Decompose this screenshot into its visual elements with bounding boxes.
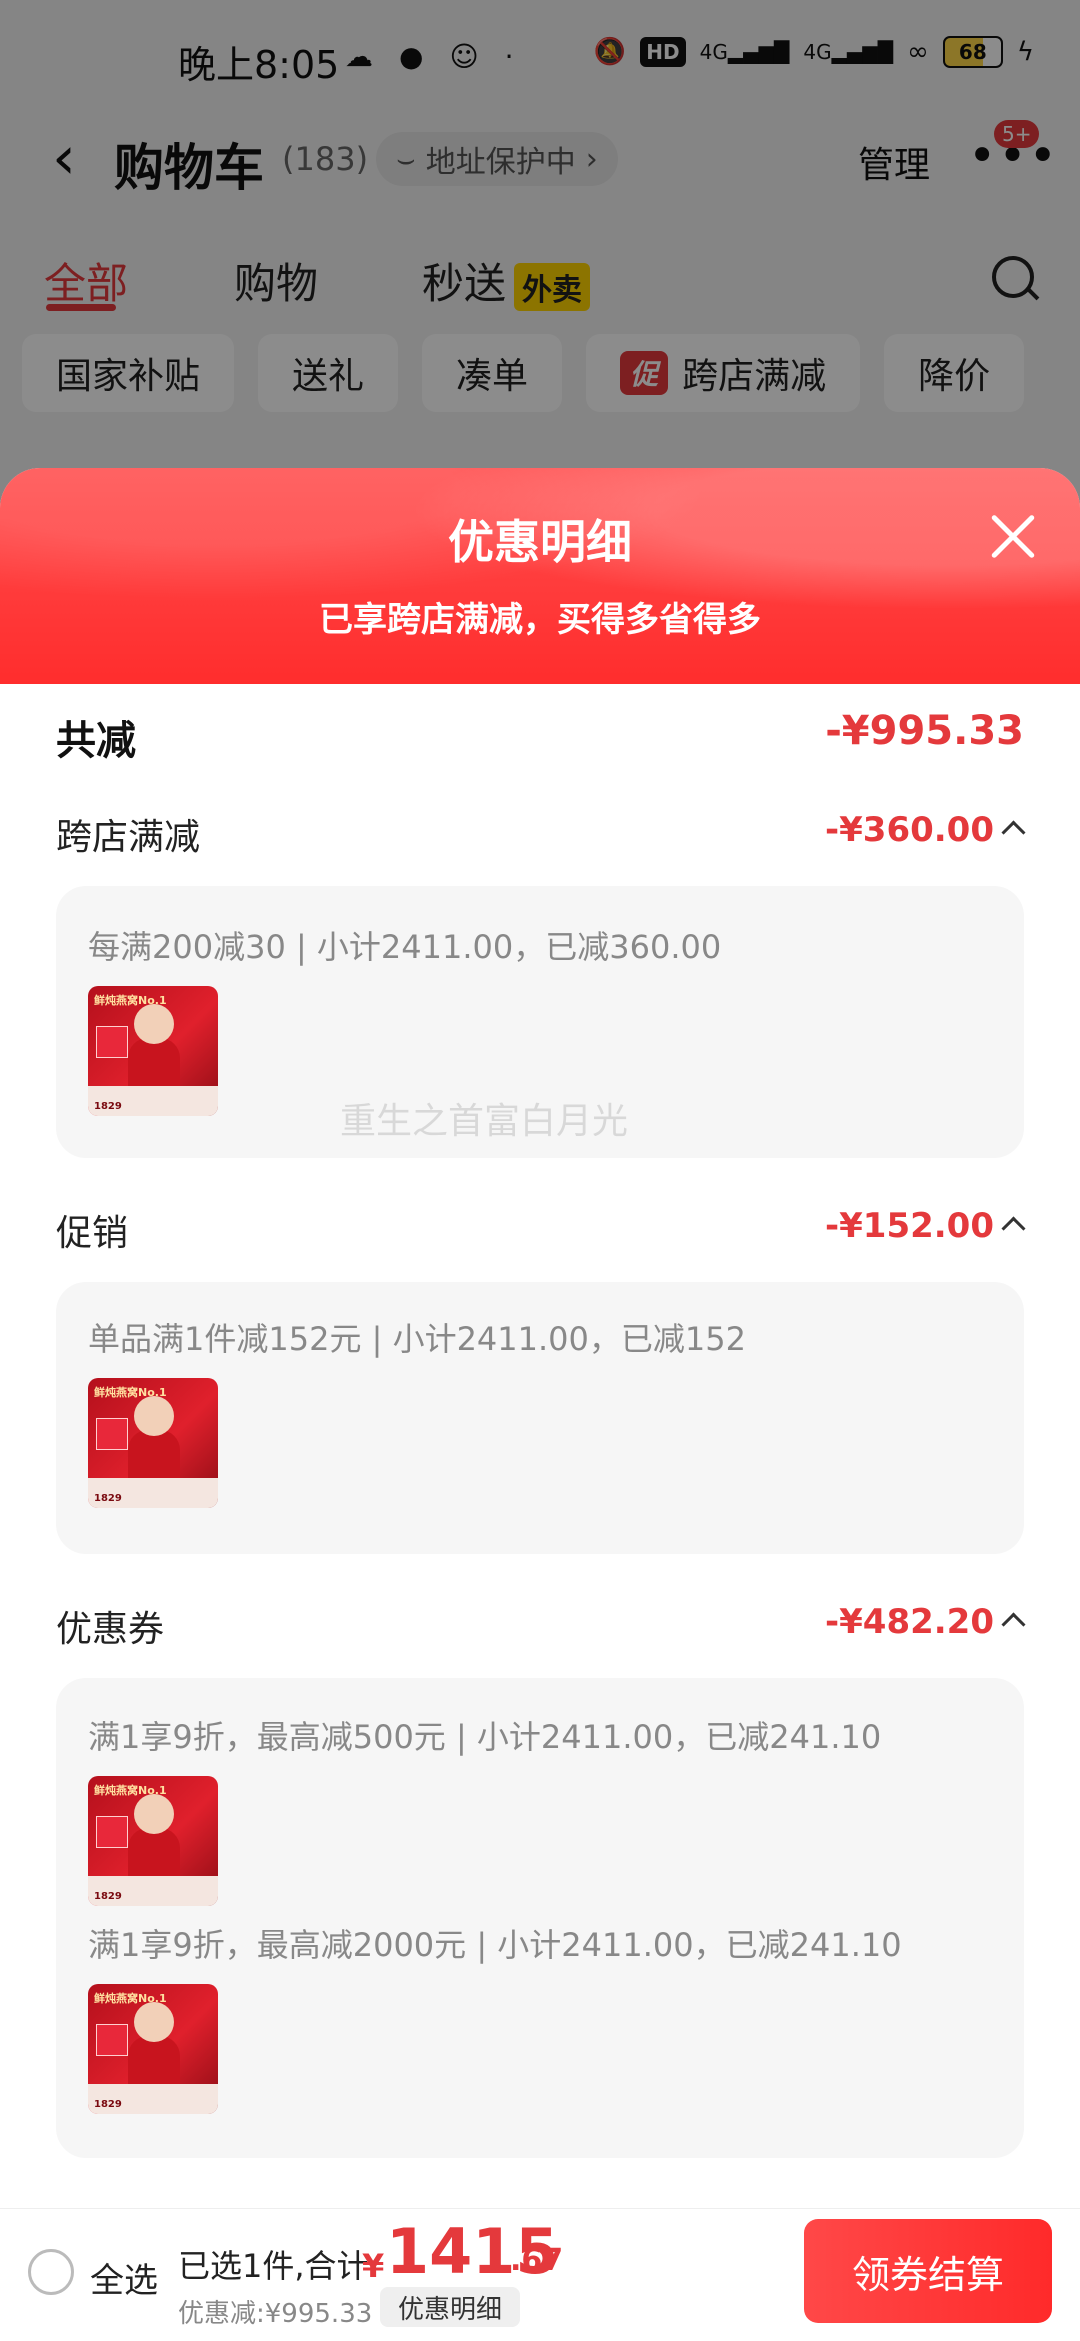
product-thumbnail[interactable]: 鲜炖燕窝No.1 1829	[88, 1378, 218, 1508]
section-label: 优惠券	[56, 1609, 165, 1650]
thumb-face	[134, 1004, 174, 1044]
rule-text: 满1享9折，最高减500元 | 小计2411.00，已减241.10	[88, 1718, 882, 1756]
thumb-price: 1829	[94, 1101, 122, 1112]
chevron-up-icon	[1001, 820, 1026, 845]
checkout-button[interactable]: 领券结算	[804, 2219, 1052, 2323]
thumb-figure	[128, 2036, 180, 2086]
discount-detail-button[interactable]: 优惠明细	[380, 2287, 521, 2327]
thumb-face	[134, 1396, 174, 1436]
price-decimal: .67	[510, 2243, 564, 2278]
thumb-box	[96, 1816, 128, 1848]
section-label: 跨店满减	[56, 817, 201, 858]
thumb-box	[96, 1418, 128, 1450]
chevron-up-icon	[1001, 1612, 1026, 1637]
thumb-figure	[128, 1430, 180, 1480]
thumb-price: 1829	[94, 1493, 122, 1504]
section-value: -¥360.00	[825, 810, 994, 850]
section-label: 促销	[56, 1213, 129, 1254]
rule-text: 单品满1件减152元 | 小计2411.00，已减152	[88, 1320, 746, 1358]
section-coupon-header[interactable]: 优惠券 -¥482.20	[56, 1600, 1026, 1656]
product-thumbnail[interactable]: 鲜炖燕窝No.1 1829	[88, 1776, 218, 1906]
thumb-figure	[128, 1828, 180, 1878]
total-discount-value: -¥995.33	[825, 708, 1024, 754]
section-promotion-header[interactable]: 促销 -¥152.00	[56, 1204, 1026, 1260]
sheet-header: 优惠明细 已享跨店满减，买得多省得多	[0, 468, 1080, 684]
sheet-title: 优惠明细	[448, 515, 632, 569]
thumb-box	[96, 2024, 128, 2056]
checkout-bar: 全选 已选1件,合计: ¥ 1415 .67 优惠减:¥995.33 优惠明细 …	[0, 2208, 1080, 2341]
selected-summary: 已选1件,合计:	[178, 2247, 380, 2285]
thumb-figure	[128, 1038, 180, 1088]
thumb-face	[134, 2002, 174, 2042]
section-value: -¥482.20	[825, 1602, 994, 1642]
rule-text: 每满200减30 | 小计2411.00，已减360.00	[88, 928, 722, 966]
rule-text: 满1享9折，最高减2000元 | 小计2411.00，已减241.10	[88, 1926, 902, 1964]
product-thumbnail[interactable]: 鲜炖燕窝No.1 1829	[88, 986, 218, 1116]
section-value: -¥152.00	[825, 1206, 994, 1246]
section-promotion-card: 单品满1件减152元 | 小计2411.00，已减152 鲜炖燕窝No.1 18…	[56, 1282, 1024, 1554]
product-thumbnail[interactable]: 鲜炖燕窝No.1 1829	[88, 1984, 218, 2114]
thumb-box	[96, 1026, 128, 1058]
select-all-radio[interactable]	[28, 2249, 74, 2295]
thumb-price: 1829	[94, 2099, 122, 2110]
section-coupon-card: 满1享9折，最高减500元 | 小计2411.00，已减241.10 鲜炖燕窝N…	[56, 1678, 1024, 2158]
price-currency: ¥	[362, 2247, 385, 2285]
watermark-text: 重生之首富白月光	[340, 1101, 629, 1142]
discount-detail-sheet: 优惠明细 已享跨店满减，买得多省得多 共减 -¥995.33 跨店满减 -¥36…	[0, 468, 1080, 2208]
close-icon[interactable]	[988, 512, 1038, 562]
total-discount-row: 共减 -¥995.33	[56, 708, 1024, 768]
total-discount-label: 共减	[56, 718, 136, 764]
chevron-up-icon	[1001, 1216, 1026, 1241]
thumb-price: 1829	[94, 1891, 122, 1902]
discount-total-text: 优惠减:¥995.33	[178, 2299, 373, 2329]
section-cross-store-header[interactable]: 跨店满减 -¥360.00	[56, 808, 1026, 864]
thumb-face	[134, 1794, 174, 1834]
select-all-label[interactable]: 全选	[90, 2253, 158, 2302]
sheet-subtitle: 已享跨店满减，买得多省得多	[319, 600, 761, 640]
